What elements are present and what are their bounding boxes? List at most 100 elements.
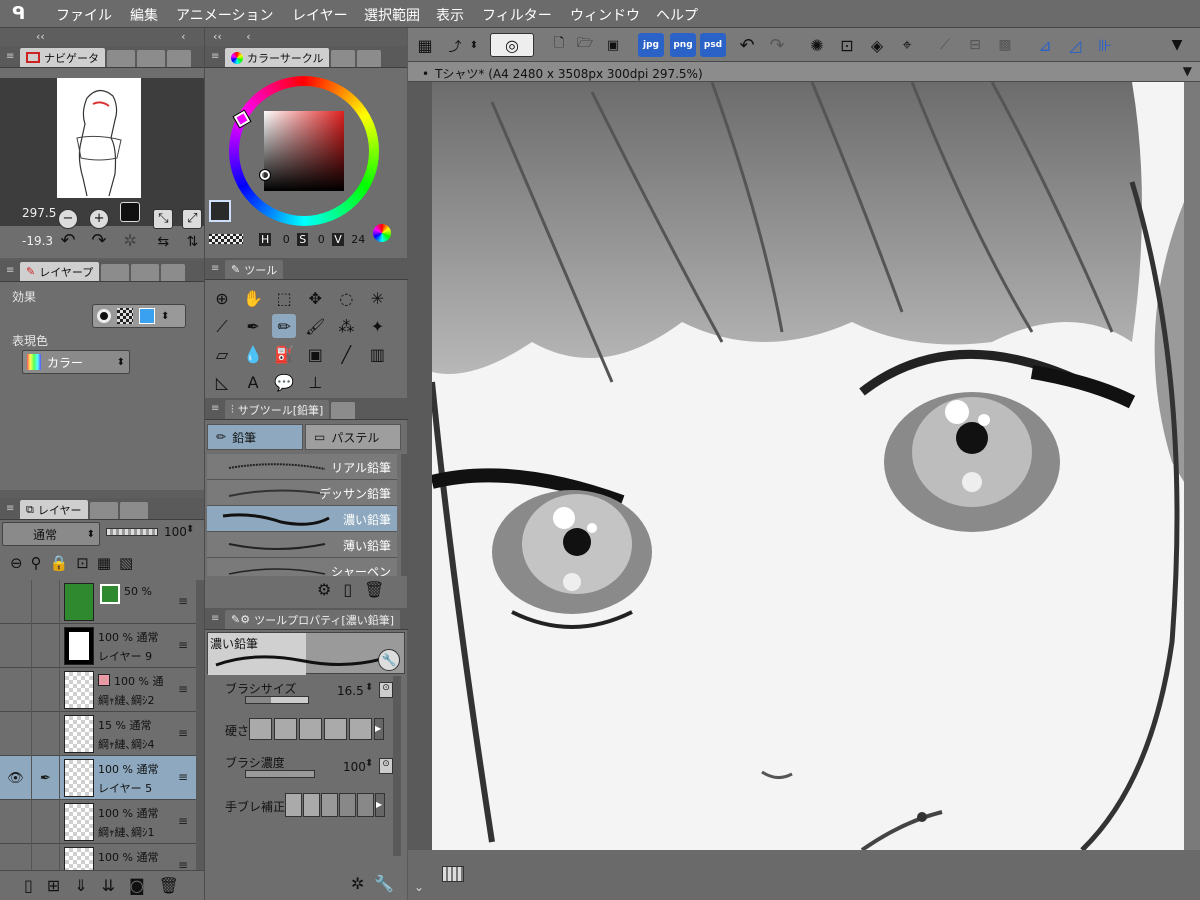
- hardness-step[interactable]: [349, 718, 372, 740]
- expression-color-select[interactable]: カラー ⬍: [22, 350, 130, 374]
- decoration-tool-icon[interactable]: ✦: [365, 314, 389, 338]
- tab-item-bank[interactable]: [137, 50, 165, 67]
- layer-row[interactable]: 50 % ≡: [0, 580, 196, 624]
- rotate-right-icon[interactable]: ↷: [89, 230, 109, 251]
- collapse-left-icon[interactable]: ‹‹ ‹: [0, 28, 204, 46]
- magic-wand-icon[interactable]: ✳: [365, 286, 389, 310]
- menu-help[interactable]: ヘルプ: [656, 5, 698, 25]
- eraser-tool-icon[interactable]: ▱: [210, 343, 234, 367]
- fit-width-icon[interactable]: ⤢: [182, 208, 203, 229]
- clip-icon[interactable]: ▦: [97, 554, 111, 572]
- pressure-icon[interactable]: ⊙: [379, 682, 393, 698]
- frame-tool-icon[interactable]: ▥: [365, 343, 389, 367]
- stabilization-step[interactable]: [339, 793, 356, 817]
- lock-icon[interactable]: 🔒: [50, 554, 69, 572]
- tab-color-history[interactable]: [357, 50, 382, 67]
- combine-icon[interactable]: ⇊: [102, 876, 115, 895]
- timeline-toggle-icon[interactable]: [442, 866, 464, 882]
- group-pastel[interactable]: ▭ パステル: [305, 424, 401, 450]
- visibility-toggle[interactable]: [0, 580, 32, 624]
- actual-size-icon[interactable]: [120, 202, 141, 222]
- new-raster-layer-icon[interactable]: ▯: [24, 876, 33, 895]
- tab-tool-property[interactable]: ✎⚙ ツールプロパティ[濃い鉛筆]: [225, 610, 401, 629]
- clear-outside-icon[interactable]: ⊡: [834, 33, 860, 57]
- delete-layer-icon[interactable]: 🗑: [159, 876, 179, 895]
- blend-tool-icon[interactable]: 💧: [241, 343, 265, 367]
- figure-tool-icon[interactable]: ╱: [334, 343, 358, 367]
- layer-row[interactable]: 100 % 通 綱ｬ縺､綱ｼ2 ≡: [0, 668, 196, 712]
- reference-layer-icon[interactable]: ⊖: [10, 554, 23, 572]
- group-pencil[interactable]: ✏ 鉛筆: [207, 424, 303, 450]
- pencil-tool-icon[interactable]: ✏: [272, 314, 297, 338]
- flip-horizontal-icon[interactable]: ⇆: [153, 232, 173, 252]
- navigator-zoom-value[interactable]: 297.5: [22, 206, 56, 220]
- layer-menu-icon[interactable]: ≡: [178, 770, 188, 784]
- draft-layer-icon[interactable]: ⚲: [31, 554, 42, 572]
- open-file-icon[interactable]: 🗁: [572, 33, 598, 57]
- grip-icon[interactable]: ≡: [6, 503, 16, 514]
- merge-down-icon[interactable]: ⇓: [74, 876, 87, 895]
- fill-selection-icon[interactable]: ◈: [864, 33, 890, 57]
- text-tool-icon[interactable]: A: [241, 371, 265, 395]
- brush-item-selected[interactable]: 濃い鉛筆: [207, 506, 397, 532]
- tab-layer-search2[interactable]: [119, 502, 148, 519]
- stabilization-step[interactable]: [357, 793, 374, 817]
- lasso-tool-icon[interactable]: ◌: [334, 286, 358, 310]
- grip-icon[interactable]: ≡: [6, 265, 16, 276]
- zoom-in-icon[interactable]: +: [89, 208, 110, 229]
- pen-tool-icon[interactable]: ✒: [241, 314, 265, 338]
- brush-size-slider[interactable]: [245, 696, 309, 704]
- visibility-toggle[interactable]: [0, 844, 32, 870]
- menu-animation[interactable]: アニメーション: [176, 5, 273, 25]
- caret-right-icon[interactable]: ▶: [375, 793, 385, 817]
- opacity-slider[interactable]: [106, 528, 158, 536]
- density-value[interactable]: 100: [343, 760, 366, 774]
- collapse-middle-icon[interactable]: ‹‹ ‹: [205, 28, 407, 46]
- tab-animation-cel[interactable]: [89, 502, 118, 519]
- layer-menu-icon[interactable]: ≡: [178, 726, 188, 740]
- layer-menu-icon[interactable]: ≡: [178, 682, 188, 696]
- menu-file[interactable]: ファイル: [56, 5, 112, 25]
- visibility-toggle[interactable]: [0, 712, 32, 756]
- grip-icon[interactable]: ≡: [6, 51, 16, 62]
- zoom-out-icon[interactable]: −: [58, 208, 78, 229]
- hand-tool-icon[interactable]: ✋: [241, 286, 265, 310]
- wrench-settings-icon[interactable]: 🔧: [374, 874, 394, 893]
- hardness-step[interactable]: [299, 718, 322, 740]
- main-color-swatch[interactable]: [209, 200, 231, 222]
- brush-item[interactable]: 薄い鉛筆: [207, 532, 397, 558]
- hardness-selector[interactable]: ▶: [249, 718, 384, 740]
- opacity-stepper-icon[interactable]: ⬍: [186, 524, 194, 535]
- export-jpg-icon[interactable]: jpg: [638, 33, 664, 57]
- invert-selection-icon[interactable]: ⊟: [962, 33, 988, 57]
- create-mask-icon[interactable]: ◙: [129, 876, 145, 895]
- document-menu-icon[interactable]: ▼: [1183, 64, 1192, 78]
- balloon-tool-icon[interactable]: 💬: [272, 371, 296, 395]
- color-mode-switch-icon[interactable]: [373, 224, 391, 242]
- hardness-step[interactable]: [249, 718, 272, 740]
- lock-transparent-icon[interactable]: ⊡: [76, 554, 89, 572]
- snap-special-ruler-icon[interactable]: ◿: [1062, 33, 1088, 57]
- subtool-settings-icon[interactable]: ⚙: [317, 580, 331, 599]
- undo-icon[interactable]: ↶: [734, 33, 760, 57]
- stabilization-step[interactable]: [321, 793, 338, 817]
- stabilization-step[interactable]: [303, 793, 320, 817]
- opacity-value[interactable]: 100: [164, 525, 187, 539]
- operation-tool-icon[interactable]: ⬚: [272, 286, 296, 310]
- layer-menu-icon[interactable]: ≡: [178, 638, 188, 652]
- snap-ruler-icon[interactable]: ⊿: [1032, 33, 1058, 57]
- menu-window[interactable]: ウィンドウ: [570, 5, 640, 25]
- rotate-left-icon[interactable]: ↶: [58, 230, 78, 251]
- tab-layer-wave[interactable]: [131, 264, 160, 281]
- app-logo-icon[interactable]: ᑫ: [12, 4, 34, 24]
- layer-row-selected[interactable]: 👁 ✒ 100 % 通常 レイヤー 5 ≡: [0, 756, 196, 800]
- reset-rotate-icon[interactable]: ✲: [120, 230, 140, 250]
- tab-info[interactable]: [167, 50, 191, 67]
- brush-item[interactable]: リアル鉛筆: [207, 454, 397, 480]
- density-pressure-icon[interactable]: ⊙: [379, 758, 393, 774]
- tab-tool[interactable]: ✎ ツール: [225, 260, 284, 279]
- tab-layer-property[interactable]: ✎ レイヤープ: [20, 262, 100, 281]
- brush-size-stepper-icon[interactable]: ⬍: [365, 682, 373, 693]
- layer-row[interactable]: 100 % 通常 レイヤー 9 ≡: [0, 624, 196, 668]
- transform-icon[interactable]: ⌖: [894, 33, 920, 57]
